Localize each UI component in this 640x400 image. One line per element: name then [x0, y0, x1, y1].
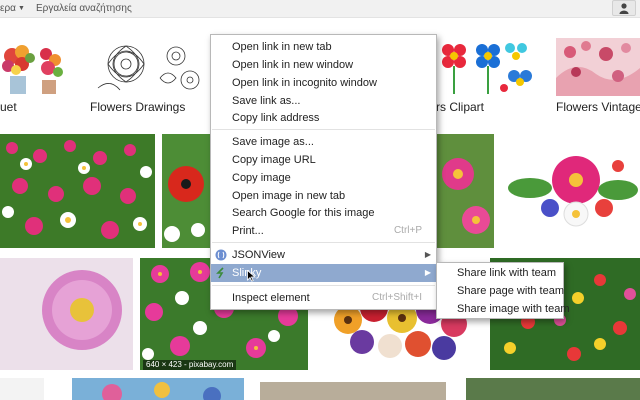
menu-separator	[212, 285, 435, 286]
flower-drawings-thumbnail[interactable]	[90, 38, 210, 96]
pink-aster-thumbnail[interactable]	[0, 258, 133, 370]
menu-item-label: Open image in new tab	[232, 190, 346, 202]
print-shortcut: Ctrl+P	[393, 225, 422, 236]
daisy-field-thumbnail[interactable]	[0, 134, 155, 248]
person-icon	[619, 3, 629, 14]
menu-item-print[interactable]: Print... Ctrl+P	[211, 222, 436, 240]
more-menu-button[interactable]: ερα ▼	[0, 3, 25, 14]
more-menu-label: ερα	[0, 3, 16, 14]
pink-gerbera-thumbnail[interactable]	[436, 134, 494, 248]
menu-item-copy-image[interactable]: Copy image	[211, 169, 436, 187]
jsonview-icon	[215, 249, 227, 261]
search-toolbar: ερα ▼ Εργαλεία αναζήτησης	[0, 0, 640, 18]
menu-item-label: Inspect element	[232, 292, 310, 304]
menu-item-save-image-as[interactable]: Save image as...	[211, 133, 436, 151]
menu-item-copy-link-address[interactable]: Copy link address	[211, 109, 436, 127]
menu-item-label: JSONView	[232, 249, 285, 261]
caret-down-icon: ▼	[17, 5, 25, 12]
partial-thumbnail-2[interactable]	[72, 378, 244, 400]
menu-item-label: Open link in new tab	[232, 41, 332, 53]
slinky-icon	[216, 267, 224, 279]
menu-item-open-link-incognito[interactable]: Open link in incognito window	[211, 74, 436, 92]
menu-item-open-link-new-window[interactable]: Open link in new window	[211, 56, 436, 74]
red-poppy-thumbnail[interactable]	[162, 134, 210, 248]
search-tools-button[interactable]: Εργαλεία αναζήτησης	[36, 3, 132, 14]
flowers-vintage-thumbnail[interactable]	[556, 38, 640, 96]
submenu-arrow-icon: ▶	[424, 268, 431, 277]
menu-item-jsonview[interactable]: JSONView ▶	[211, 246, 436, 264]
bouquet-thumbnail[interactable]	[0, 38, 66, 96]
submenu-item-share-image[interactable]: Share image with team	[437, 300, 570, 318]
flower-arrangement-thumbnail[interactable]	[500, 146, 640, 236]
menu-item-label: Search Google for this image	[232, 207, 375, 219]
menu-item-open-image-new-tab[interactable]: Open image in new tab	[211, 187, 436, 205]
mouse-pointer-icon	[247, 270, 256, 282]
menu-item-label: Copy link address	[232, 112, 320, 124]
menu-item-label: Open link in incognito window	[232, 77, 377, 89]
context-menu: Open link in new tab Open link in new wi…	[210, 34, 437, 310]
menu-item-save-link-as[interactable]: Save link as...	[211, 92, 436, 110]
inspect-shortcut: Ctrl+Shift+I	[371, 292, 422, 303]
bouquet-caption[interactable]: uet	[0, 100, 17, 114]
partial-thumbnail-3[interactable]	[260, 382, 446, 400]
menu-item-inspect-element[interactable]: Inspect element Ctrl+Shift+I	[211, 289, 436, 307]
menu-item-label: Copy image	[232, 172, 291, 184]
menu-item-label: Print...	[232, 225, 264, 237]
submenu-item-share-page[interactable]: Share page with team	[437, 282, 564, 300]
submenu-item-share-link[interactable]: Share link with team	[437, 264, 563, 282]
menu-item-label: Open link in new window	[232, 59, 354, 71]
menu-item-label: Save image as...	[232, 136, 314, 148]
menu-item-label: Save link as...	[232, 95, 301, 107]
flower-drawings-caption[interactable]: Flowers Drawings	[90, 100, 185, 114]
partial-thumbnail-4[interactable]	[466, 378, 640, 400]
menu-separator	[212, 242, 435, 243]
account-button[interactable]	[612, 0, 636, 16]
image-size-badge: 640 × 423 - pixabay.com	[143, 360, 237, 370]
image-search-page: ερα ▼ Εργαλεία αναζήτησης uet Flowers Dr…	[0, 0, 640, 400]
menu-item-slinky[interactable]: Slinky ▶	[211, 264, 436, 282]
menu-item-copy-image-url[interactable]: Copy image URL	[211, 151, 436, 169]
flowers-clipart-caption[interactable]: rs Clipart	[436, 100, 484, 114]
flowers-vintage-caption[interactable]: Flowers Vintage V	[556, 100, 640, 114]
menu-item-search-google-image[interactable]: Search Google for this image	[211, 204, 436, 222]
menu-item-open-link-new-tab[interactable]: Open link in new tab	[211, 38, 436, 56]
menu-item-label: Copy image URL	[232, 154, 316, 166]
flowers-clipart-thumbnail[interactable]	[436, 38, 536, 96]
slinky-submenu: Share link with team Share page with tea…	[436, 262, 570, 319]
partial-thumbnail-1[interactable]	[0, 378, 44, 400]
menu-separator	[212, 129, 435, 130]
submenu-arrow-icon: ▶	[424, 250, 431, 259]
